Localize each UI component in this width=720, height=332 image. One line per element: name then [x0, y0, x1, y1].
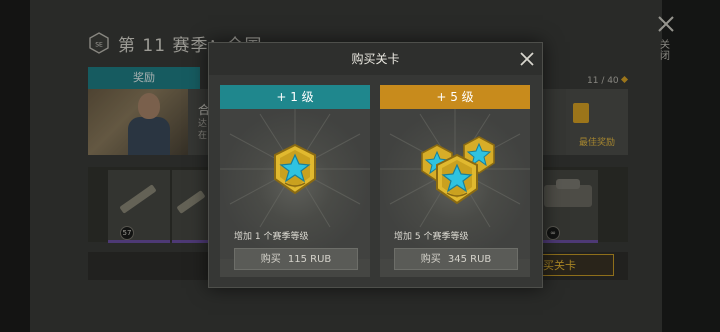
single-season-level-badge-icon — [274, 143, 316, 195]
buy-button[interactable]: 购买 115 RUB — [234, 248, 358, 270]
offer-description: 增加 5 个赛季等级 — [394, 232, 469, 242]
buy-levels-dialog: 购买关卡 + 1 级 增加 1 个赛季等级 购买 115 RUB + 5 级 增… — [208, 42, 543, 288]
price-label: 115 RUB — [287, 254, 332, 265]
multiple-season-level-badges-icon — [421, 136, 495, 205]
offer-card-plus-1[interactable]: + 1 级 增加 1 个赛季等级 购买 115 RUB — [220, 85, 370, 277]
price-label: 345 RUB — [447, 254, 492, 265]
close-icon[interactable] — [519, 51, 535, 67]
buy-button[interactable]: 购买 345 RUB — [394, 248, 518, 270]
buy-label: 购买 — [260, 254, 281, 265]
offer-banner: + 5 级 — [380, 85, 530, 109]
dialog-title: 购买关卡 — [351, 52, 400, 66]
offer-banner: + 1 级 — [220, 85, 370, 109]
offer-description: 增加 1 个赛季等级 — [234, 232, 309, 242]
offer-card-plus-5[interactable]: + 5 级 增加 5 个赛季等级 购买 345 RUB — [380, 85, 530, 277]
buy-label: 购买 — [420, 254, 441, 265]
